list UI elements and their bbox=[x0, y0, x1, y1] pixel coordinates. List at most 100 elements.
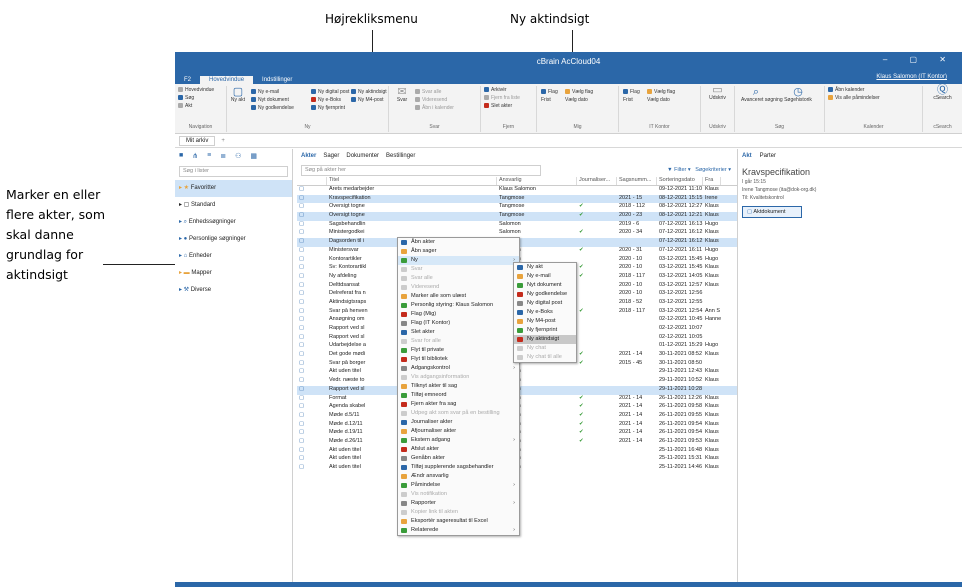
menu-item-ny-fjernprint[interactable]: Ny fjernprint bbox=[514, 326, 576, 335]
ny-godkendelse-button[interactable]: Ny godkendelse bbox=[251, 104, 294, 112]
nyt-dokument-button[interactable]: Nyt dokument bbox=[251, 96, 294, 104]
slet-akter-button[interactable]: Slet akter bbox=[484, 102, 533, 110]
frist-mig-button[interactable]: Frist bbox=[541, 96, 558, 104]
menu-item-afslut-akter[interactable]: Afslut akter bbox=[398, 445, 519, 454]
aabn-kalender-button[interactable]: Åbn kalender bbox=[828, 86, 919, 94]
ny-m4-post-button[interactable]: Ny M4-post bbox=[351, 96, 387, 104]
menu-item-journaliser-akter[interactable]: Journaliser akter bbox=[398, 418, 519, 427]
preview-from[interactable]: Irene Tangmose (ita@dok-org.dk) bbox=[738, 186, 962, 194]
menu-item-ekstern-adgang[interactable]: Ekstern adgang › bbox=[398, 436, 519, 445]
vaelg-dato-it-button[interactable]: Vælg dato bbox=[647, 96, 675, 104]
tab-indstillinger[interactable]: Indstillinger bbox=[253, 76, 301, 84]
folder-icon[interactable]: ■ bbox=[179, 152, 183, 160]
tree-icon[interactable]: ⋔ bbox=[192, 152, 198, 160]
sog-button[interactable]: Søg bbox=[178, 94, 223, 102]
tab-dokumenter[interactable]: Dokumenter bbox=[346, 153, 379, 159]
nav-mapper[interactable]: ▸ ▬ Mapper bbox=[175, 265, 292, 282]
tab-bestillinger[interactable]: Bestillinger bbox=[386, 153, 415, 159]
tab-akter[interactable]: Akter bbox=[301, 153, 316, 159]
tab-akt[interactable]: Akt bbox=[742, 153, 752, 159]
svar-alle-button[interactable]: Svar alle bbox=[415, 88, 454, 96]
menu-item-slet-akter[interactable]: Slet akter bbox=[398, 328, 519, 337]
col-fra[interactable]: Fra bbox=[703, 177, 721, 185]
menu-item-ny-chat[interactable]: Ny chat bbox=[514, 344, 576, 353]
udskriv-button[interactable]: ▭ Udskriv bbox=[704, 85, 731, 102]
videresend-button[interactable]: Videresend bbox=[415, 96, 454, 104]
menu-item-svar-alle[interactable]: Svar alle› bbox=[398, 274, 519, 283]
menu-item-ny-chat-til-alle[interactable]: Ny chat til alle bbox=[514, 353, 576, 362]
col-sagsnummer[interactable]: Sagsnumm... bbox=[617, 177, 657, 185]
menu-item-paamindelse[interactable]: Påmindelse › bbox=[398, 481, 519, 490]
frist-it-button[interactable]: Frist bbox=[623, 96, 640, 104]
fjern-fra-liste-button[interactable]: Fjern fra liste bbox=[484, 94, 533, 102]
menu-item-aabn-akter[interactable]: Åbn akter bbox=[398, 238, 519, 247]
menu-item-fjern-akter-fra-sag[interactable]: Fjern akter fra sag bbox=[398, 400, 519, 409]
grid-icon[interactable]: ▦ bbox=[250, 152, 257, 160]
menu-item-flyt-til-private[interactable]: Flyt til private bbox=[398, 346, 519, 355]
table-row[interactable]: ▢ Årets medarbejder Klaus Salomon 09-12-202… bbox=[297, 186, 737, 195]
csearch-button[interactable]: ⓆcSearch bbox=[926, 85, 959, 102]
to-value[interactable]: Kvalitetskontrol bbox=[750, 195, 784, 201]
col-ansvarlig[interactable]: Ansvarlig bbox=[497, 177, 577, 185]
tab-f2[interactable]: F2 bbox=[175, 76, 200, 84]
menu-item-flyt-til-bibliotek[interactable]: Flyt til bibliotek bbox=[398, 355, 519, 364]
ny-akt-button[interactable]: ▢ Ny akt bbox=[230, 87, 246, 104]
menu-item-ny-m4-post[interactable]: Ny M4-post bbox=[514, 317, 576, 326]
flag-it-button[interactable]: Flag bbox=[623, 88, 640, 96]
nav-personlige-sogninger[interactable]: ▸ ● Personlige søgninger bbox=[175, 231, 292, 248]
menu-item-vis-notifikation[interactable]: Vis notifikation bbox=[398, 490, 519, 499]
col-icons[interactable] bbox=[297, 177, 327, 185]
menu-item-ny-godkendelse[interactable]: Ny godkendelse bbox=[514, 290, 576, 299]
ny-email-button[interactable]: Ny e-mail bbox=[251, 88, 294, 96]
user-link[interactable]: Klaus Salomon (IT Kontor) bbox=[867, 73, 956, 81]
nav-standard[interactable]: ▸ ▢ Standard bbox=[175, 197, 292, 214]
menu-item-ny-e-mail[interactable]: Ny e-mail bbox=[514, 272, 576, 281]
table-row[interactable]: ▢ Sagsbehandlin Salomon 2019 - 6 07-12-2021 … bbox=[297, 221, 737, 230]
table-row[interactable]: ▢ Oversigt togne Tangmose ✔ 2020 - 23 08-12-2… bbox=[297, 212, 737, 221]
menu-item-ny-e-boks[interactable]: Ny e-Boks bbox=[514, 308, 576, 317]
attachment[interactable]: ▢ Aktdokument bbox=[742, 206, 802, 218]
ny-fjernprint-button[interactable]: Ny fjernprint bbox=[311, 104, 349, 112]
menu-item-aendr-ansvarlig[interactable]: Ændr ansvarlig bbox=[398, 472, 519, 481]
menu-item-adgangskontrol[interactable]: Adgangskontrol › bbox=[398, 364, 519, 373]
hovedvindue-button[interactable]: Hovedvindue bbox=[178, 86, 223, 94]
tab-hovedvindue[interactable]: Hovedvindue bbox=[200, 76, 254, 84]
menu-item-flag-mig[interactable]: Flag (Mig)› bbox=[398, 310, 519, 319]
ny-aktindsigt-button[interactable]: Ny aktindsigt bbox=[351, 88, 387, 96]
list-icon[interactable]: ≡ bbox=[207, 152, 211, 160]
col-journaliseret[interactable]: Journaliser... bbox=[577, 177, 617, 185]
table-row[interactable]: ▢ Kravspecifikation Tangmose 2021 - 15 08-12… bbox=[297, 194, 737, 204]
tab-parter[interactable]: Parter bbox=[760, 153, 776, 159]
menu-item-tilfoj-supplerende-sagsbehandler[interactable]: Tilføj supplerende sagsbehandler bbox=[398, 463, 519, 472]
vaelg-flag-it-button[interactable]: Vælg flag bbox=[647, 88, 675, 96]
menu-item-svar-for-alle[interactable]: Svar for alle bbox=[398, 337, 519, 346]
vaelg-flag-mig-button[interactable]: Vælg flag bbox=[565, 88, 593, 96]
avanceret-sogning-button[interactable]: ⌕ Avanceret søgning bbox=[741, 87, 783, 104]
menu-item-aabn-sager[interactable]: Åbn sager bbox=[398, 247, 519, 256]
menu-item-relaterede[interactable]: Relaterede › bbox=[398, 526, 519, 535]
menu-item-udpeg-akt-som-svar-paa-en-bestilling[interactable]: Udpeg akt som svar på en bestilling bbox=[398, 409, 519, 418]
menu-item-eksport-r-sageresultat-til-excel[interactable]: Eksportér sageresultat til Excel bbox=[398, 517, 519, 526]
nav-enhedssogninger[interactable]: ▸ ⌕ Enhedssøgninger bbox=[175, 214, 292, 231]
col-titel[interactable]: Titel bbox=[327, 177, 497, 185]
menu-item-tilfoj-emneord[interactable]: Tilføj emneord bbox=[398, 391, 519, 400]
ny-digital-post-button[interactable]: Ny digital post bbox=[311, 88, 349, 96]
arkiver-button[interactable]: Arkivér bbox=[484, 86, 533, 94]
tab-sager[interactable]: Sager bbox=[323, 153, 339, 159]
menu-item-marker-alle-som-ulaest[interactable]: Marker alle som ulæst bbox=[398, 292, 519, 301]
table-row[interactable]: ▢ Oversigt togne Tangmose ✔ 2018 - 112 08-12-… bbox=[297, 203, 737, 212]
col-sorteringsdato[interactable]: Sorteringsdato bbox=[657, 177, 703, 185]
tab-mit-arkiv[interactable]: Mit arkiv bbox=[179, 135, 216, 146]
menu-item-vis-adgangsinformation[interactable]: Vis adgangsinformation bbox=[398, 373, 519, 382]
akt-button[interactable]: Akt bbox=[178, 102, 223, 110]
menu-item-flag-it-kontor[interactable]: Flag (IT Kontor)› bbox=[398, 319, 519, 328]
menu-item-genaabn-akter[interactable]: Genåbn akter bbox=[398, 454, 519, 463]
svar-button[interactable]: ✉ Svar bbox=[392, 87, 412, 104]
vis-paamindelser-button[interactable]: Vis alle påmindelser bbox=[828, 94, 919, 102]
filter-controls[interactable]: ▼ Filter ▾ Søgekriterier ▾ bbox=[667, 167, 731, 173]
filter-button[interactable]: Filter bbox=[674, 167, 686, 173]
list-search-input[interactable]: Søg i lister bbox=[179, 166, 288, 177]
flag-mig-button[interactable]: Flag bbox=[541, 88, 558, 96]
menu-item-svar[interactable]: Svar› bbox=[398, 265, 519, 274]
menu-item-nyt-dokument[interactable]: Nyt dokument bbox=[514, 281, 576, 290]
